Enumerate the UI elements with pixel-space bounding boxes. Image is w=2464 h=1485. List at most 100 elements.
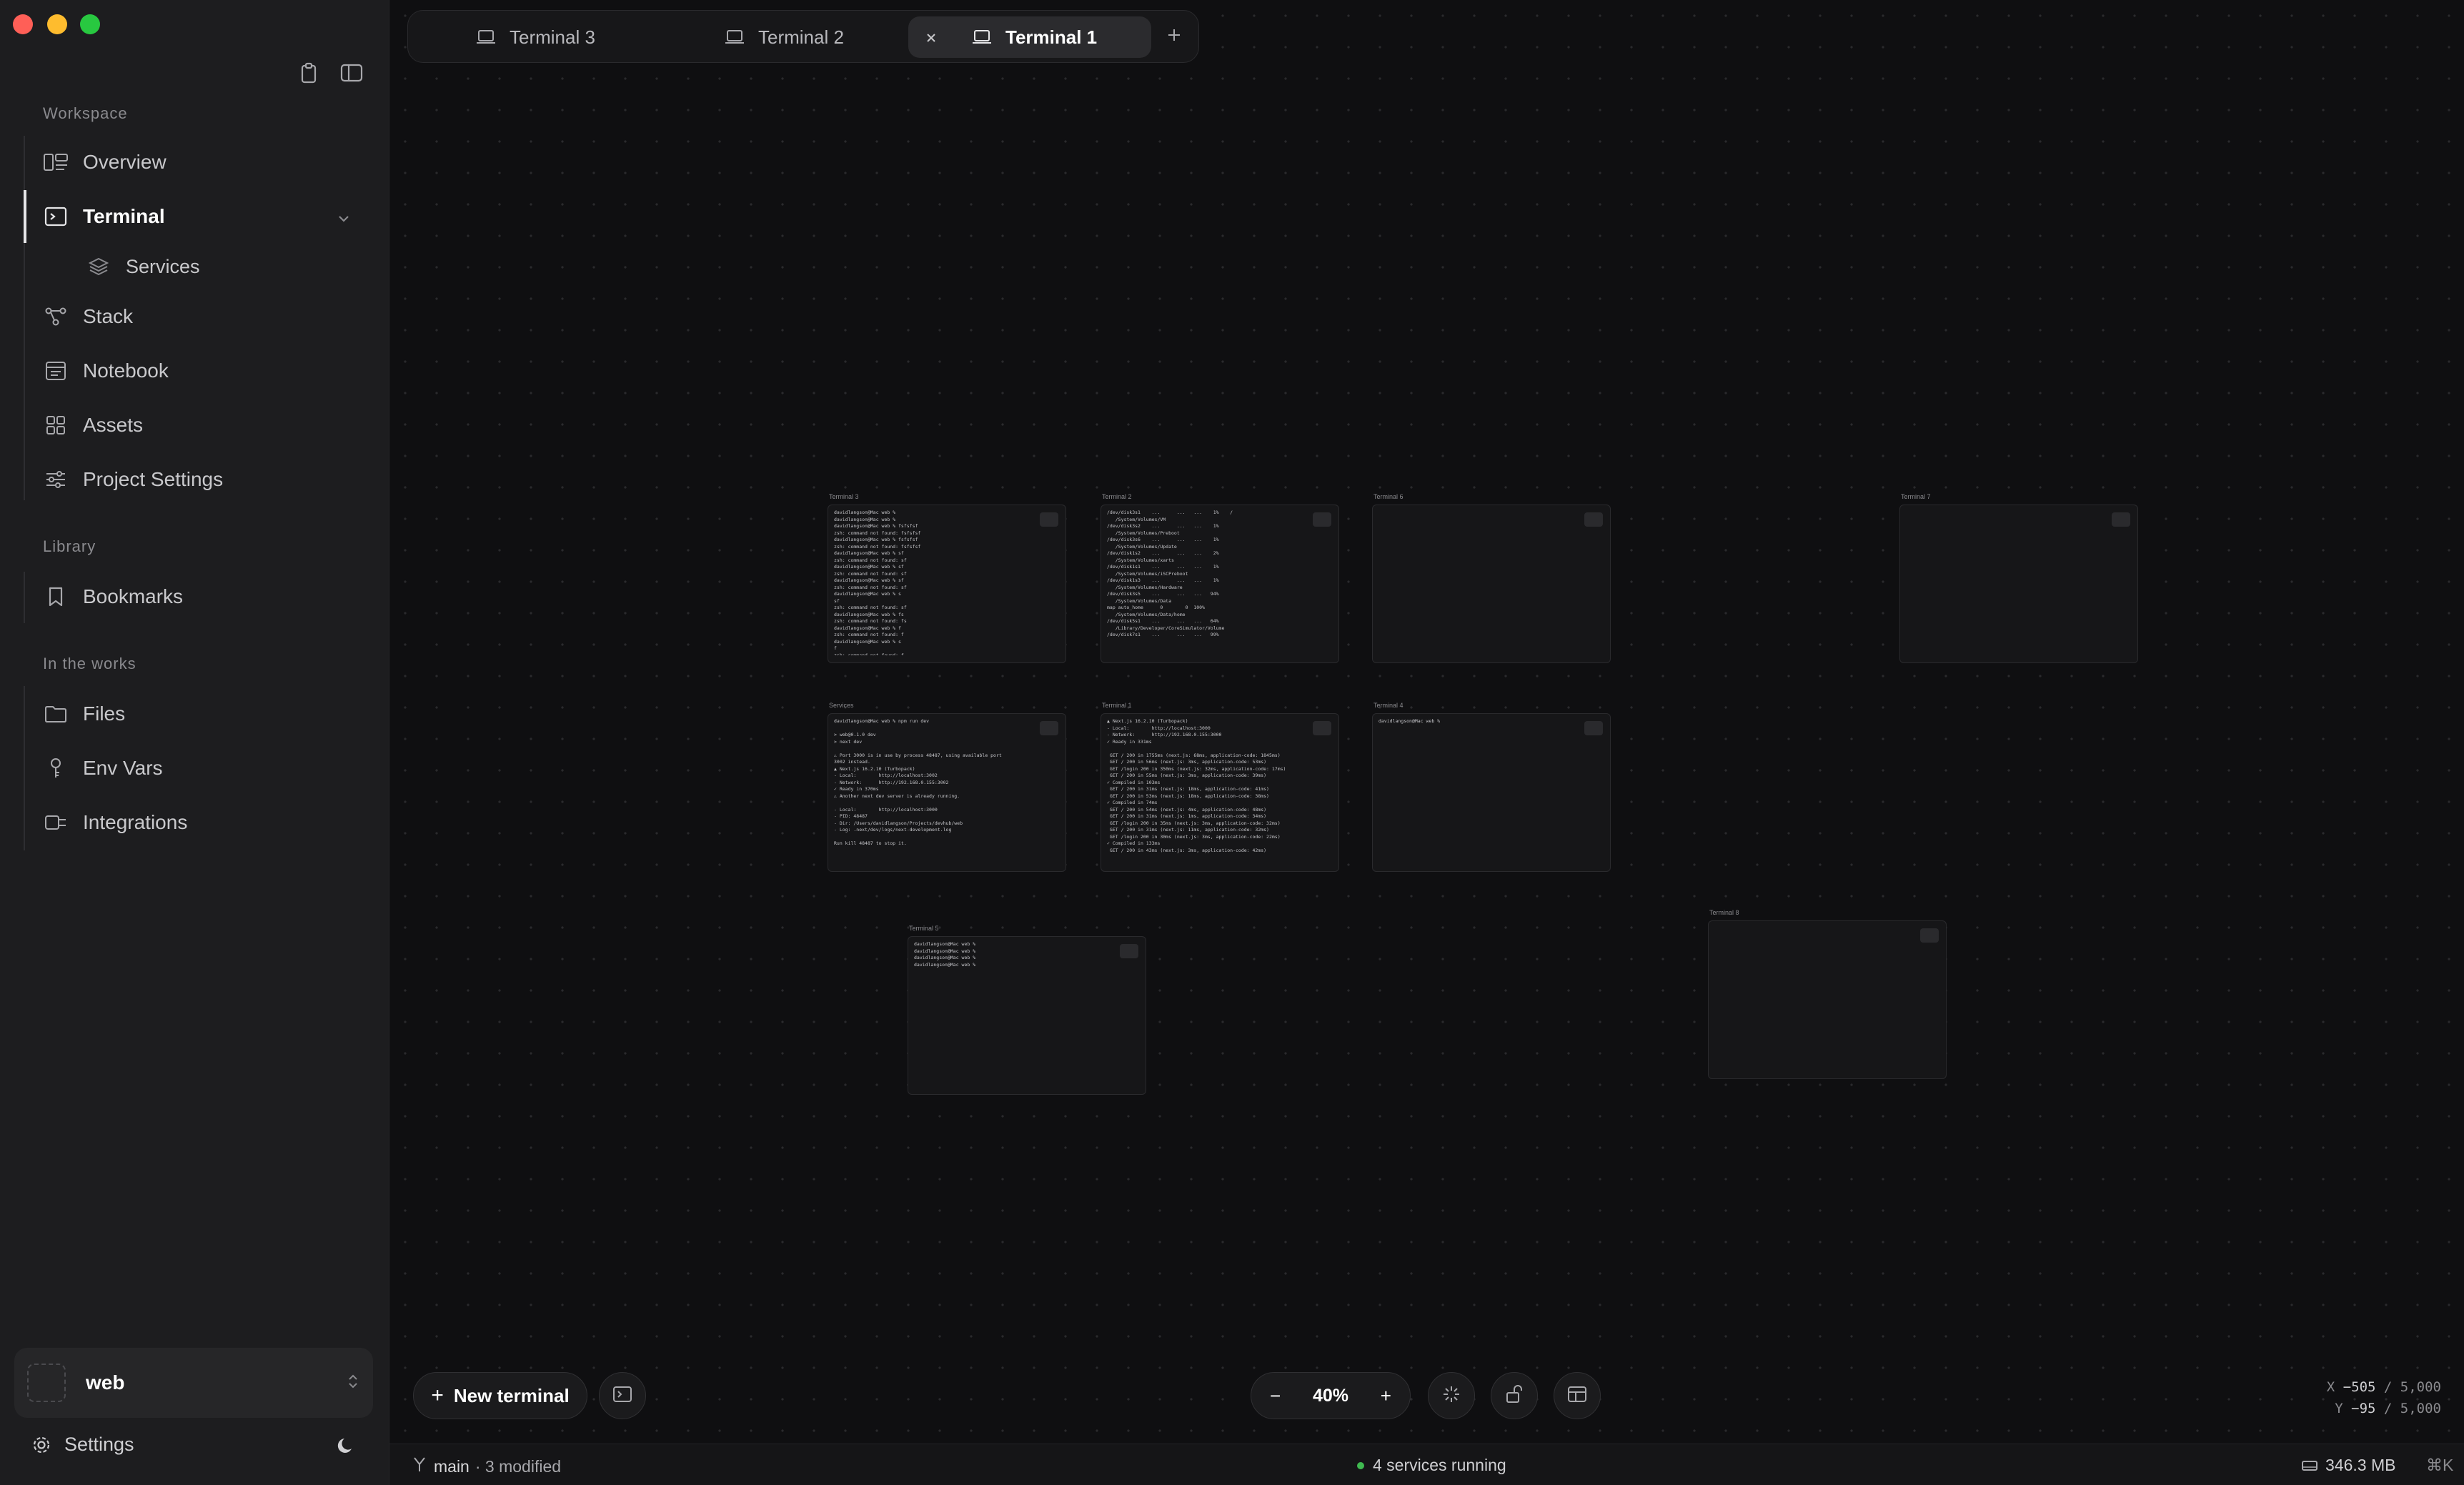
card-menu-icon[interactable]	[1040, 721, 1058, 735]
sidebar-item-env-vars[interactable]: Env Vars	[26, 746, 379, 790]
layout-icon	[1567, 1386, 1587, 1406]
sidebar-item-notebook[interactable]: Notebook	[26, 349, 379, 393]
terminal-preview-button[interactable]	[599, 1372, 646, 1419]
sidebar-item-label: Env Vars	[83, 757, 163, 779]
card-label: Terminal 2	[1102, 493, 1132, 500]
zoom-level: 40%	[1312, 1385, 1349, 1406]
sidebar-item-label: Assets	[83, 414, 144, 436]
moon-icon[interactable]	[336, 1434, 357, 1459]
section-title-in-the-works: In the works	[43, 655, 136, 672]
sidebar-item-integrations[interactable]: Integrations	[26, 800, 379, 845]
lock-button[interactable]	[1491, 1372, 1538, 1419]
sidebar-item-assets[interactable]: Assets	[26, 403, 379, 447]
status-bar: main · 3 modified 4 services running 346…	[389, 1444, 2464, 1485]
memory-usage: 346.3 MB	[2301, 1456, 2395, 1475]
notebook-icon	[43, 360, 69, 382]
settings-button[interactable]: Settings	[31, 1434, 134, 1456]
terminal-card[interactable]: davidlangson@Mac web % davidlangson@Mac …	[908, 936, 1146, 1095]
zoom-in-button[interactable]: +	[1381, 1385, 1391, 1407]
tab-bar: Terminal 3 Terminal 2 Terminal 1	[407, 10, 1199, 63]
sidebar-item-services[interactable]: Services	[69, 244, 379, 289]
terminal-card[interactable]: davidlangson@Mac web % npm run dev > web…	[828, 713, 1066, 872]
chevron-down-icon[interactable]	[337, 207, 350, 230]
card-menu-icon[interactable]	[1040, 512, 1058, 527]
stack-icon	[43, 306, 69, 327]
overview-icon	[43, 152, 69, 173]
zoom-out-button[interactable]: −	[1270, 1385, 1281, 1407]
card-menu-icon[interactable]	[1584, 512, 1603, 527]
terminal-card[interactable]	[1708, 920, 1947, 1079]
minimize-window-button[interactable]	[47, 14, 67, 34]
layers-icon	[86, 256, 111, 277]
bookmark-icon	[43, 586, 69, 607]
terminal-output: ▲ Next.js 16.2.10 (Turbopack) - Local: h…	[1107, 718, 1286, 853]
y-max: / 5,000	[2383, 1401, 2441, 1416]
tab-terminal-2[interactable]: Terminal 2	[724, 16, 895, 58]
x-max: / 5,000	[2383, 1379, 2441, 1395]
close-icon[interactable]	[924, 28, 938, 50]
memory-value: 346.3 MB	[2325, 1456, 2396, 1474]
terminal-icon	[43, 206, 69, 227]
new-terminal-label: New terminal	[453, 1384, 570, 1406]
new-terminal-button[interactable]: + New terminal	[413, 1372, 587, 1419]
sidebar-item-project-settings[interactable]: Project Settings	[26, 457, 379, 502]
close-window-button[interactable]	[13, 14, 33, 34]
card-menu-icon[interactable]	[1313, 512, 1331, 527]
terminal-card[interactable]: davidlangson@Mac web % davidlangson@Mac …	[828, 505, 1066, 663]
sidebar-item-label: Integrations	[83, 811, 188, 833]
sidebar-item-label: Notebook	[83, 359, 169, 382]
unlock-icon	[1505, 1384, 1524, 1408]
tab-label: Terminal 2	[758, 26, 844, 48]
terminal-card[interactable]: ▲ Next.js 16.2.10 (Turbopack) - Local: h…	[1101, 713, 1339, 872]
add-tab-icon[interactable]	[1166, 26, 1183, 47]
terminal-output	[1373, 505, 1610, 655]
key-icon	[43, 758, 69, 779]
workspace-switcher[interactable]: web	[14, 1348, 373, 1418]
card-label: Terminal 1	[1102, 702, 1132, 709]
clipboard-icon[interactable]	[294, 60, 323, 86]
nav-rail	[24, 572, 25, 623]
sidebar-item-terminal[interactable]: Terminal	[26, 194, 379, 239]
layout-button[interactable]	[1554, 1372, 1601, 1419]
terminal-card[interactable]: /dev/disk3s1 ... ... ... 1% / /System/Vo…	[1101, 505, 1339, 663]
card-label: Terminal 8	[1709, 909, 1739, 916]
card-menu-icon[interactable]	[1584, 721, 1603, 735]
status-dot-icon	[1357, 1461, 1364, 1469]
card-label: Terminal 5	[909, 925, 939, 932]
terminal-output	[1709, 921, 1946, 1071]
services-status[interactable]: 4 services running	[1357, 1456, 1506, 1475]
git-branch[interactable]: main · 3 modified	[412, 1456, 561, 1477]
command-palette-shortcut[interactable]: ⌘K	[2426, 1456, 2453, 1475]
plus-icon: +	[431, 1384, 444, 1407]
card-menu-icon[interactable]	[1120, 944, 1138, 958]
branch-name: main	[434, 1456, 470, 1476]
fit-view-button[interactable]	[1428, 1372, 1475, 1419]
workspace-name: web	[86, 1371, 125, 1394]
grid-icon	[43, 414, 69, 436]
sidebar-item-bookmarks[interactable]: Bookmarks	[26, 575, 379, 619]
tab-terminal-3[interactable]: Terminal 3	[475, 16, 647, 58]
gear-icon	[31, 1435, 51, 1455]
card-menu-icon[interactable]	[1313, 721, 1331, 735]
tab-label: Terminal 3	[510, 26, 595, 48]
section-title-library: Library	[43, 537, 96, 555]
section-title-workspace: Workspace	[43, 104, 128, 122]
sidebar-item-stack[interactable]: Stack	[26, 294, 379, 339]
card-menu-icon[interactable]	[1920, 928, 1939, 943]
tab-terminal-1[interactable]: Terminal 1	[908, 16, 1151, 58]
terminal-card[interactable]: davidlangson@Mac web %	[1372, 713, 1611, 872]
sidebar-toggle-icon[interactable]	[337, 60, 366, 86]
sidebar-item-label: Services	[126, 255, 200, 277]
terminal-card[interactable]	[1372, 505, 1611, 663]
coordinates-readout: X −505 / 5,000 Y −95 / 5,000	[2323, 1376, 2441, 1419]
card-label: Terminal 6	[1373, 493, 1404, 500]
sliders-icon	[43, 469, 69, 490]
sidebar-item-label: Stack	[83, 305, 134, 327]
maximize-window-button[interactable]	[80, 14, 100, 34]
x-value: −505	[2343, 1379, 2376, 1395]
terminal-card[interactable]	[1899, 505, 2138, 663]
sidebar-item-files[interactable]: Files	[26, 692, 379, 736]
card-menu-icon[interactable]	[2112, 512, 2130, 527]
laptop-icon	[971, 29, 993, 45]
sidebar-item-overview[interactable]: Overview	[26, 140, 379, 184]
